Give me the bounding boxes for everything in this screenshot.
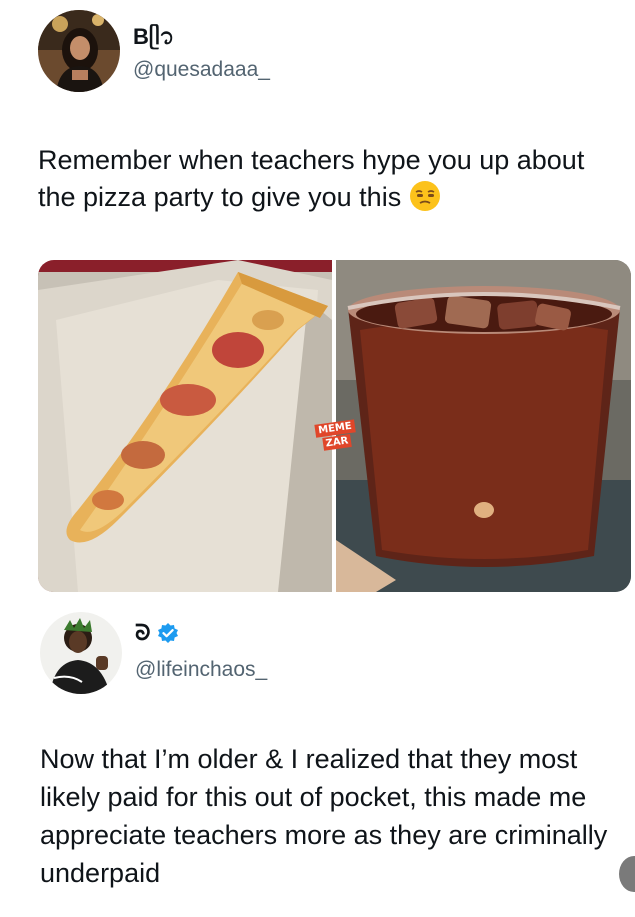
handle[interactable]: @lifeinchaos_ bbox=[135, 658, 267, 682]
avatar[interactable] bbox=[40, 612, 122, 694]
tweet-lifeinchaos: ᘐ @lifeinchaos_ Now that I’m older & I r… bbox=[0, 600, 635, 917]
tweet-text: Remember when teachers hype you up about… bbox=[38, 142, 608, 216]
tweet-quesadaaa: Bᥫ᭡ @quesadaaa_ Remember when teachers h… bbox=[0, 0, 635, 600]
tweet-text-body: Remember when teachers hype you up about… bbox=[38, 145, 585, 212]
tweet-media[interactable]: MEME ZAR bbox=[38, 260, 631, 592]
watermark-logo: MEME ZAR bbox=[310, 415, 362, 455]
watermark-line-2: ZAR bbox=[321, 433, 353, 451]
soda-cup-image[interactable] bbox=[336, 260, 631, 592]
display-name[interactable]: Bᥫ᭡ bbox=[133, 20, 174, 60]
handle[interactable]: @quesadaaa_ bbox=[133, 58, 270, 82]
display-name[interactable]: ᘐ bbox=[135, 620, 179, 646]
display-name-text: ᘐ bbox=[135, 620, 151, 645]
pizza-slice-image[interactable] bbox=[38, 260, 332, 592]
display-name-text: Bᥫ᭡ bbox=[133, 24, 175, 49]
unamused-face-icon bbox=[409, 181, 440, 211]
tweet-text: Now that I’m older & I realized that the… bbox=[40, 744, 608, 888]
verified-badge-icon bbox=[157, 623, 178, 643]
avatar[interactable] bbox=[38, 10, 120, 92]
